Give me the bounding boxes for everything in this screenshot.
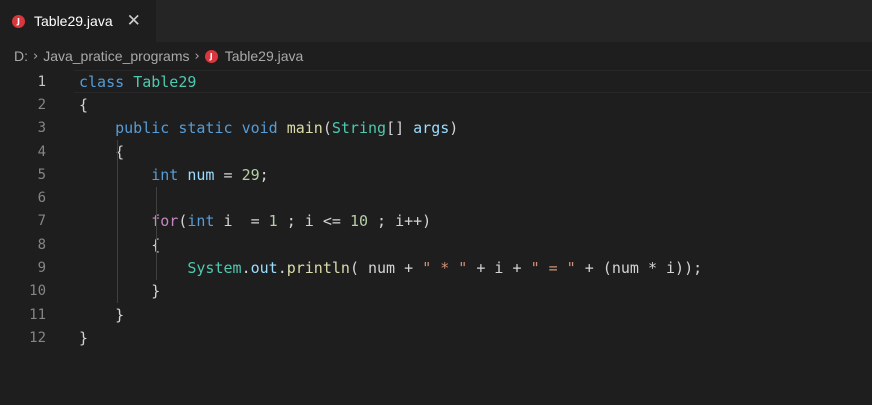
code-token: = xyxy=(214,165,242,184)
code-token: " * " xyxy=(422,259,468,278)
code-text: for(int i = 1 ; i <= 10 ; i++) xyxy=(79,212,431,230)
code-token: { xyxy=(79,235,161,254)
code-editor[interactable]: 1 class Table29 2{3 public static void mai… xyxy=(0,70,872,350)
code-token: args xyxy=(413,119,450,138)
breadcrumb-drive[interactable]: D: xyxy=(14,48,28,64)
code-token: ) xyxy=(449,119,459,138)
code-token: void xyxy=(241,119,278,138)
code-text: { xyxy=(79,236,160,254)
code-line[interactable]: 6 xyxy=(0,186,872,209)
code-token: + i + xyxy=(467,259,531,278)
breadcrumb: D: › Java_pratice_programs › J Table29.j… xyxy=(0,42,872,70)
code-token: static xyxy=(178,119,233,138)
java-file-icon: J xyxy=(204,49,218,63)
line-number: 8 xyxy=(37,236,46,253)
code-line[interactable]: 11 } xyxy=(0,303,872,326)
code-line[interactable]: 2{ xyxy=(0,93,872,116)
tab-bar: J Table29.java ✕ xyxy=(0,0,872,42)
indent-guide xyxy=(117,139,118,303)
line-number: 4 xyxy=(37,143,46,160)
code-token: 10 xyxy=(349,212,368,231)
code-token: [] xyxy=(386,119,414,138)
code-text: int num = 29; xyxy=(79,165,269,184)
line-number: 2 xyxy=(37,96,46,113)
line-number: 12 xyxy=(29,329,46,346)
code-token: ( xyxy=(322,119,332,138)
code-token: ; xyxy=(259,165,269,184)
code-token: println xyxy=(286,259,350,278)
code-token: i = xyxy=(214,212,269,231)
line-number: 6 xyxy=(37,190,46,207)
code-token: ; i <= xyxy=(277,212,350,231)
code-token: String xyxy=(331,119,387,138)
code-token: 1 xyxy=(268,212,278,231)
code-line[interactable]: 10 } xyxy=(0,280,872,303)
line-number: 5 xyxy=(37,166,46,183)
close-icon[interactable]: ✕ xyxy=(127,11,141,31)
code-line[interactable]: 9 System.out.println( num + " * " + i + … xyxy=(0,256,872,279)
code-token: ; i++) xyxy=(368,212,432,231)
code-token: main xyxy=(286,119,323,138)
code-token: " = " xyxy=(530,259,576,278)
line-number: 1 xyxy=(37,73,46,90)
java-file-icon: J xyxy=(12,14,25,28)
code-text: } xyxy=(79,282,160,300)
code-token: public xyxy=(115,119,170,138)
code-token: + (num * i)); xyxy=(575,259,703,278)
code-token: . xyxy=(241,259,251,278)
line-number: 11 xyxy=(29,306,46,323)
code-text: } xyxy=(79,329,88,347)
code-token: System xyxy=(187,259,242,278)
code-token: num xyxy=(187,165,215,184)
tab-label: Table29.java xyxy=(34,13,113,29)
current-line-highlight xyxy=(74,70,872,94)
code-line[interactable]: 7 for(int i = 1 ; i <= 10 ; i++) xyxy=(0,210,872,233)
chevron-right-icon: › xyxy=(194,48,200,64)
code-token: { xyxy=(79,95,89,114)
code-text: System.out.println( num + " * " + i + " … xyxy=(79,259,702,277)
code-token: } xyxy=(79,282,161,301)
code-token: out xyxy=(250,259,278,278)
code-text: public static void main(String[] args) xyxy=(79,119,458,137)
indent-guide xyxy=(156,186,157,280)
code-token: } xyxy=(79,305,125,324)
code-token: } xyxy=(79,328,89,347)
tab-table29-java[interactable]: J Table29.java ✕ xyxy=(0,0,156,42)
code-line[interactable]: 1 class Table29 xyxy=(0,70,872,94)
line-number: 7 xyxy=(37,213,46,230)
line-number: 10 xyxy=(29,283,46,300)
breadcrumb-file[interactable]: Table29.java xyxy=(225,48,304,64)
code-token: int xyxy=(187,212,215,231)
code-text: { xyxy=(79,96,88,114)
code-line[interactable]: 12} xyxy=(0,326,872,349)
line-number: 9 xyxy=(37,260,46,277)
code-token: . xyxy=(277,259,287,278)
breadcrumb-folder[interactable]: Java_pratice_programs xyxy=(43,48,189,64)
code-line[interactable]: 4 { xyxy=(0,140,872,163)
code-line[interactable]: 5 int num = 29; xyxy=(0,163,872,186)
code-text: } xyxy=(79,306,124,324)
code-line[interactable]: 3 public static void main(String[] args) xyxy=(0,117,872,140)
chevron-right-icon: › xyxy=(33,48,39,64)
code-line[interactable]: 8 { xyxy=(0,233,872,256)
line-number: 3 xyxy=(37,120,46,137)
code-token: int xyxy=(151,165,179,184)
code-token: ( num + xyxy=(349,259,423,278)
code-token: 29 xyxy=(241,165,260,184)
